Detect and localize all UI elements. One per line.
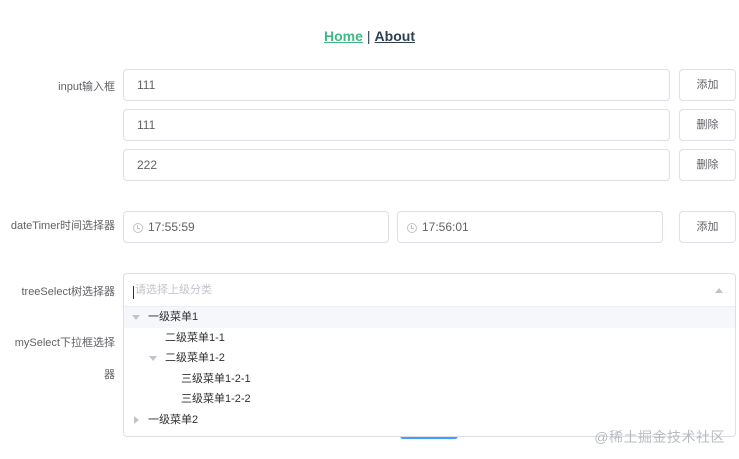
start-time-value: 17:55:59 (148, 220, 195, 234)
caret-right-icon[interactable] (134, 415, 139, 424)
top-nav: Home | About (0, 28, 739, 44)
tree-menu: 一级菜单1 二级菜单1-1 二级菜单1-2 三级菜单1-2-1 三级菜单1-2-… (124, 307, 735, 430)
input-section-label: input输入框 (58, 81, 115, 93)
text-cursor (133, 286, 134, 299)
clock-icon (407, 223, 417, 233)
arrow-up-icon[interactable] (715, 288, 723, 293)
text-input-1[interactable]: 111 (123, 69, 670, 101)
add-button[interactable]: 添加 (679, 69, 736, 101)
tree-node-label: 三级菜单1-2-1 (181, 372, 251, 385)
end-time-picker[interactable]: 17:56:01 (397, 211, 663, 243)
caret-down-icon[interactable] (149, 356, 157, 361)
tree-node-level2[interactable]: 二级菜单1-2 (124, 348, 735, 369)
tree-node-label: 一级菜单1 (148, 311, 199, 323)
tree-select-placeholder: 请选择上级分类 (135, 284, 212, 296)
tree-node-label: 二级菜单1-1 (165, 331, 225, 344)
myselect-section-label-cont: 器 (104, 369, 115, 381)
myselect-section-label: mySelect下拉框选择 (14, 337, 115, 349)
nav-link-about[interactable]: About (375, 28, 415, 44)
tree-node-label: 一级菜单2 (148, 413, 199, 426)
tree-select-control[interactable]: 请选择上级分类 (124, 274, 735, 307)
tree-node-label: 三级菜单1-2-2 (181, 393, 251, 405)
end-time-value: 17:56:01 (422, 220, 469, 234)
nav-link-home[interactable]: Home (324, 28, 363, 44)
tree-node-label: 二级菜单1-2 (165, 352, 225, 364)
tree-node-level2[interactable]: 二级菜单1-1 (124, 328, 735, 349)
tree-node-level3[interactable]: 三级菜单1-2-2 (124, 389, 735, 410)
watermark: @稀土掘金技术社区 (594, 429, 725, 445)
text-input-3[interactable]: 222 (123, 149, 670, 181)
datetimer-section-label: dateTimer时间选择器 (10, 220, 115, 232)
nav-separator: | (366, 28, 371, 44)
delete-button-1[interactable]: 删除 (679, 109, 736, 141)
add-time-button[interactable]: 添加 (679, 211, 736, 243)
caret-down-icon[interactable] (132, 315, 140, 320)
treeselect-section-label: treeSelect树选择器 (21, 286, 115, 298)
tree-node-level1[interactable]: 一级菜单1 (124, 307, 735, 328)
delete-button-2[interactable]: 删除 (679, 149, 736, 181)
tree-select[interactable]: 请选择上级分类 一级菜单1 二级菜单1-1 二级菜单1-2 三级菜单1-2-1 … (123, 273, 736, 437)
clock-icon (133, 223, 143, 233)
start-time-picker[interactable]: 17:55:59 (123, 211, 389, 243)
tree-node-level3[interactable]: 三级菜单1-2-1 (124, 369, 735, 390)
text-input-2[interactable]: 111 (123, 109, 670, 141)
